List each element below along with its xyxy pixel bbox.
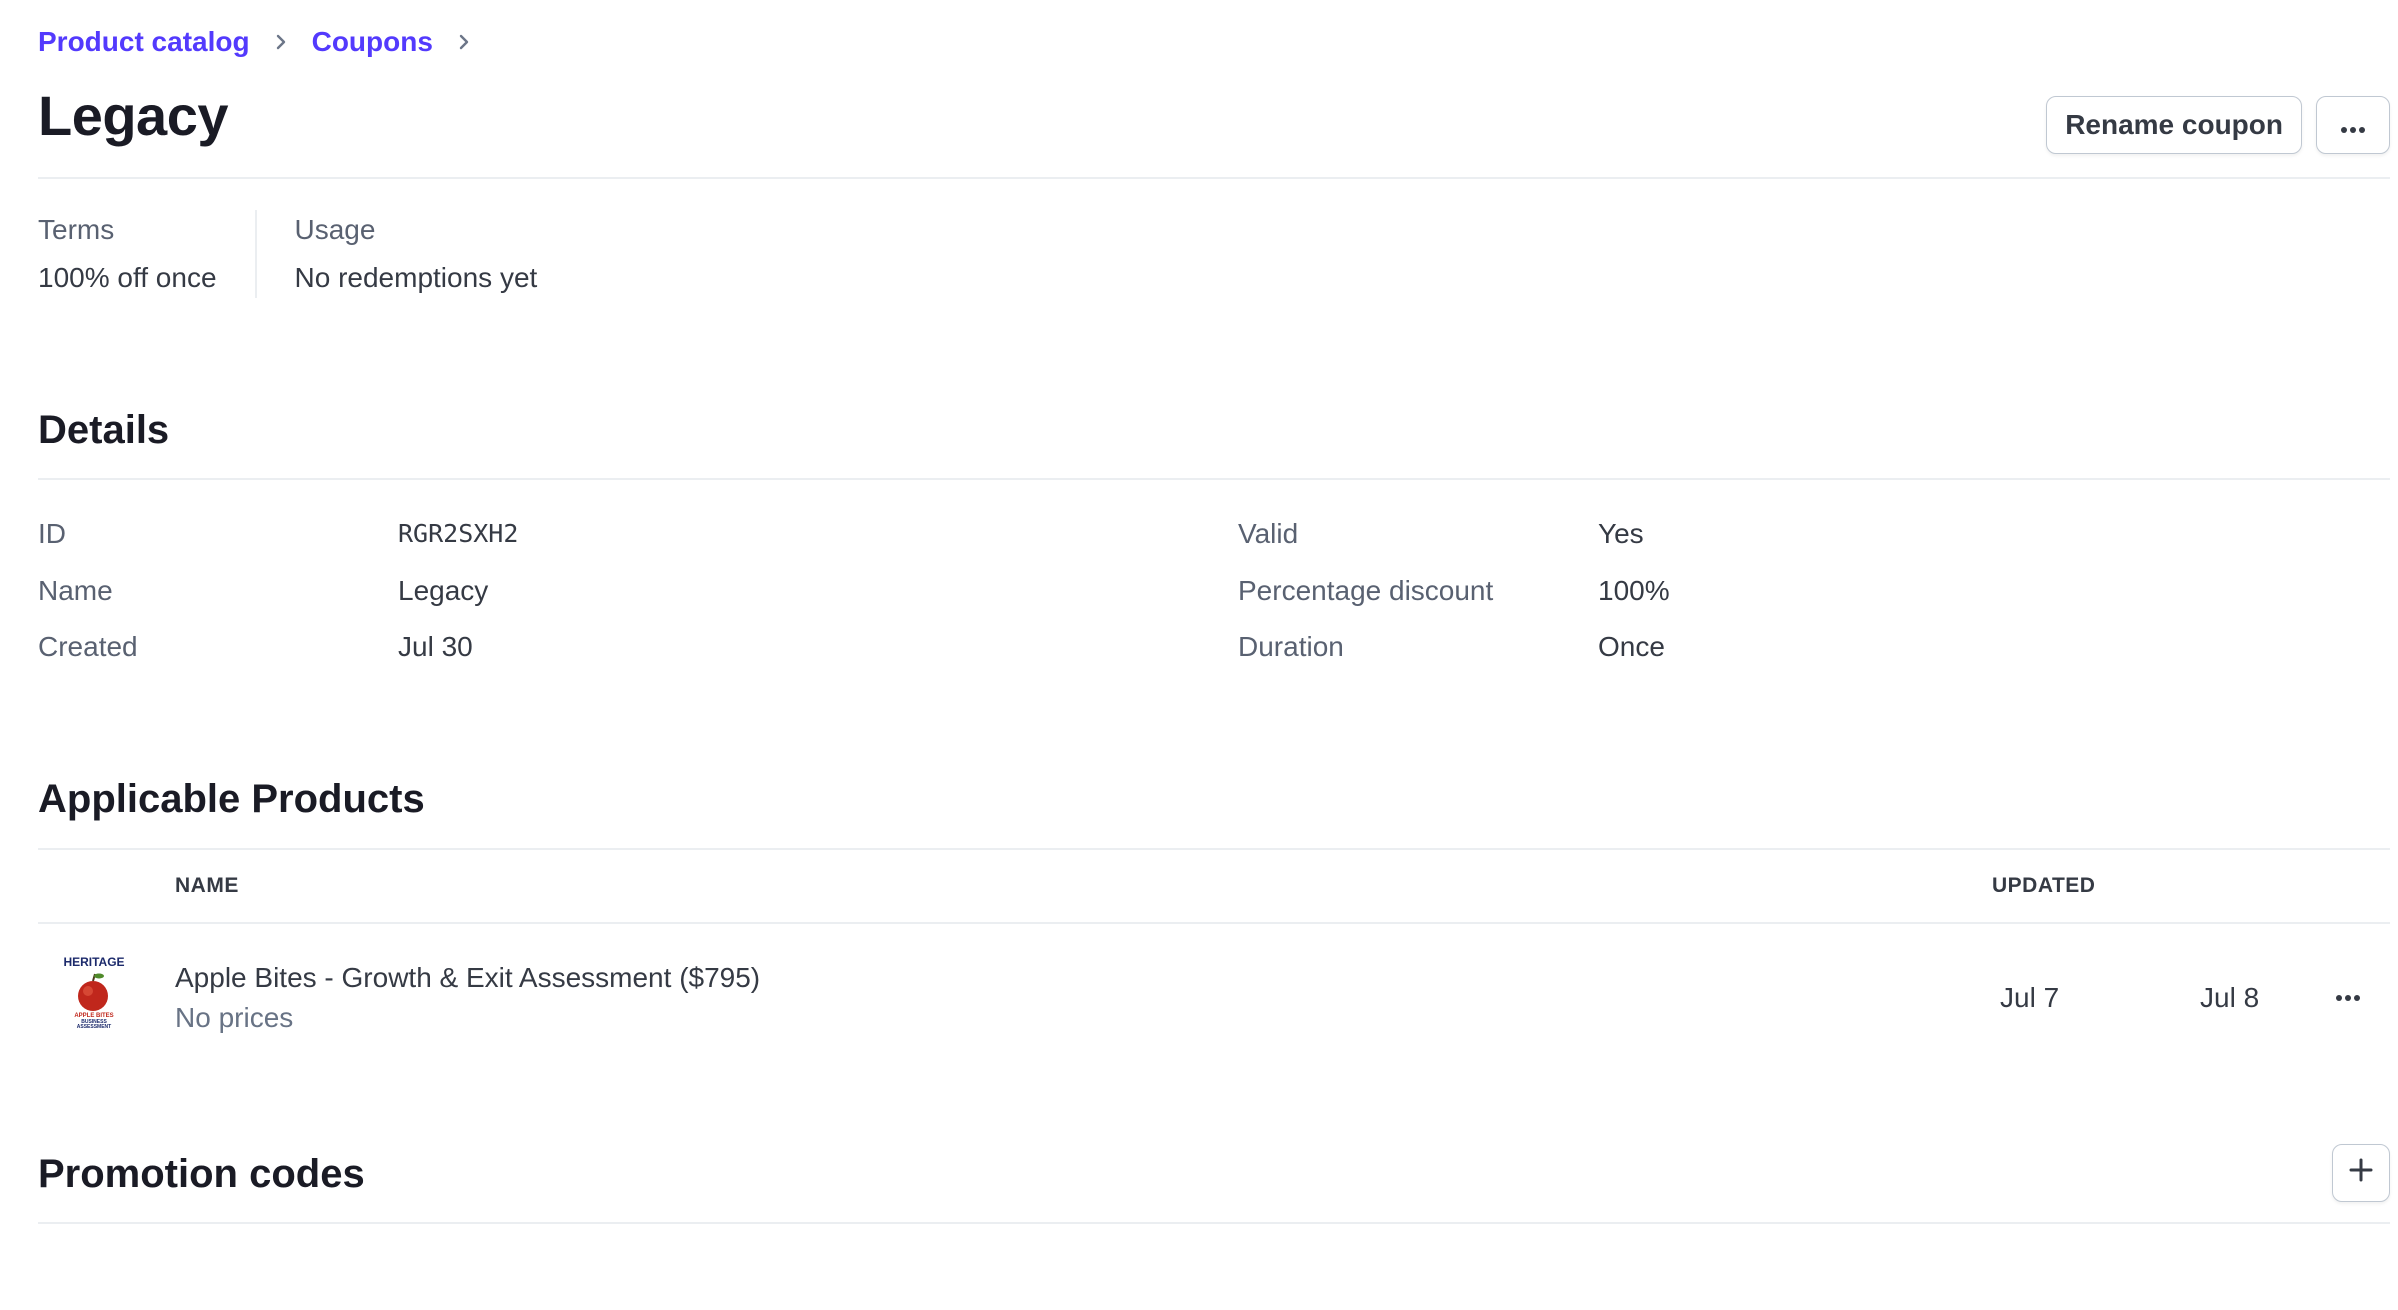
detail-name-label: Name — [38, 575, 113, 606]
usage-value: No redemptions yet — [294, 262, 538, 293]
product-name-link[interactable]: Apple Bites - Growth & Exit Assessment (… — [175, 958, 760, 998]
details-divider — [38, 478, 2390, 480]
column-header-updated[interactable]: UPDATED — [1992, 874, 2095, 898]
details-title: Details — [38, 408, 170, 452]
detail-name-value: Legacy — [398, 575, 489, 606]
header-actions: Rename coupon — [2046, 96, 2390, 154]
more-icon — [2335, 989, 2361, 1007]
applicable-products-title: Applicable Products — [38, 777, 425, 821]
breadcrumb-product-catalog[interactable]: Product catalog — [38, 26, 250, 58]
detail-percentage-value: 100% — [1598, 575, 1670, 606]
terms-label: Terms — [38, 214, 115, 245]
detail-duration-label: Duration — [1238, 631, 1344, 662]
chevron-right-icon — [268, 29, 294, 55]
product-second-date: Jul 8 — [2200, 982, 2260, 1013]
detail-created-label: Created — [38, 631, 138, 662]
breadcrumb: Product catalog Coupons — [38, 26, 477, 58]
promotion-codes-title: Promotion codes — [38, 1152, 365, 1196]
detail-id-value: RGR2SXH2 — [398, 519, 519, 548]
page-title: Legacy — [38, 84, 229, 147]
add-promotion-code-button[interactable] — [2332, 1144, 2390, 1202]
svg-text:ASSESSMENT: ASSESSMENT — [77, 1024, 111, 1030]
products-top-divider — [38, 848, 2390, 850]
plus-icon — [2348, 1157, 2374, 1190]
usage-label: Usage — [294, 214, 376, 245]
detail-percentage-label: Percentage discount — [1238, 575, 1494, 606]
product-prices: No prices — [175, 1002, 294, 1033]
row-more-button[interactable] — [2328, 982, 2368, 1014]
terms-value: 100% off once — [38, 262, 217, 293]
product-updated: Jul 7 — [2000, 982, 2060, 1013]
header-divider — [38, 177, 2390, 179]
detail-valid-value: Yes — [1598, 518, 1644, 549]
thumbnail-heritage-text: HERITAGE — [63, 955, 124, 969]
product-thumbnail: HERITAGE APPLE BITES BUSINESS ASSESSMENT — [56, 954, 132, 1030]
detail-id-label: ID — [38, 518, 66, 549]
coupon-detail-page: Product catalog Coupons Legacy Rename co… — [38, 0, 2390, 1310]
summary-terms: Terms 100% off once — [38, 210, 255, 298]
products-header-divider — [38, 922, 2390, 924]
promotion-codes-divider — [38, 1222, 2390, 1224]
more-icon — [2340, 109, 2366, 141]
column-header-name[interactable]: NAME — [175, 874, 239, 898]
detail-duration-value: Once — [1598, 631, 1665, 662]
chevron-right-icon — [451, 29, 477, 55]
detail-valid-label: Valid — [1238, 518, 1299, 549]
more-actions-button[interactable] — [2316, 96, 2390, 154]
coupon-summary: Terms 100% off once Usage No redemptions… — [38, 210, 575, 298]
rename-coupon-button[interactable]: Rename coupon — [2046, 96, 2302, 154]
summary-usage: Usage No redemptions yet — [254, 210, 576, 298]
detail-created-value: Jul 30 — [398, 631, 473, 662]
breadcrumb-coupons[interactable]: Coupons — [312, 26, 433, 58]
